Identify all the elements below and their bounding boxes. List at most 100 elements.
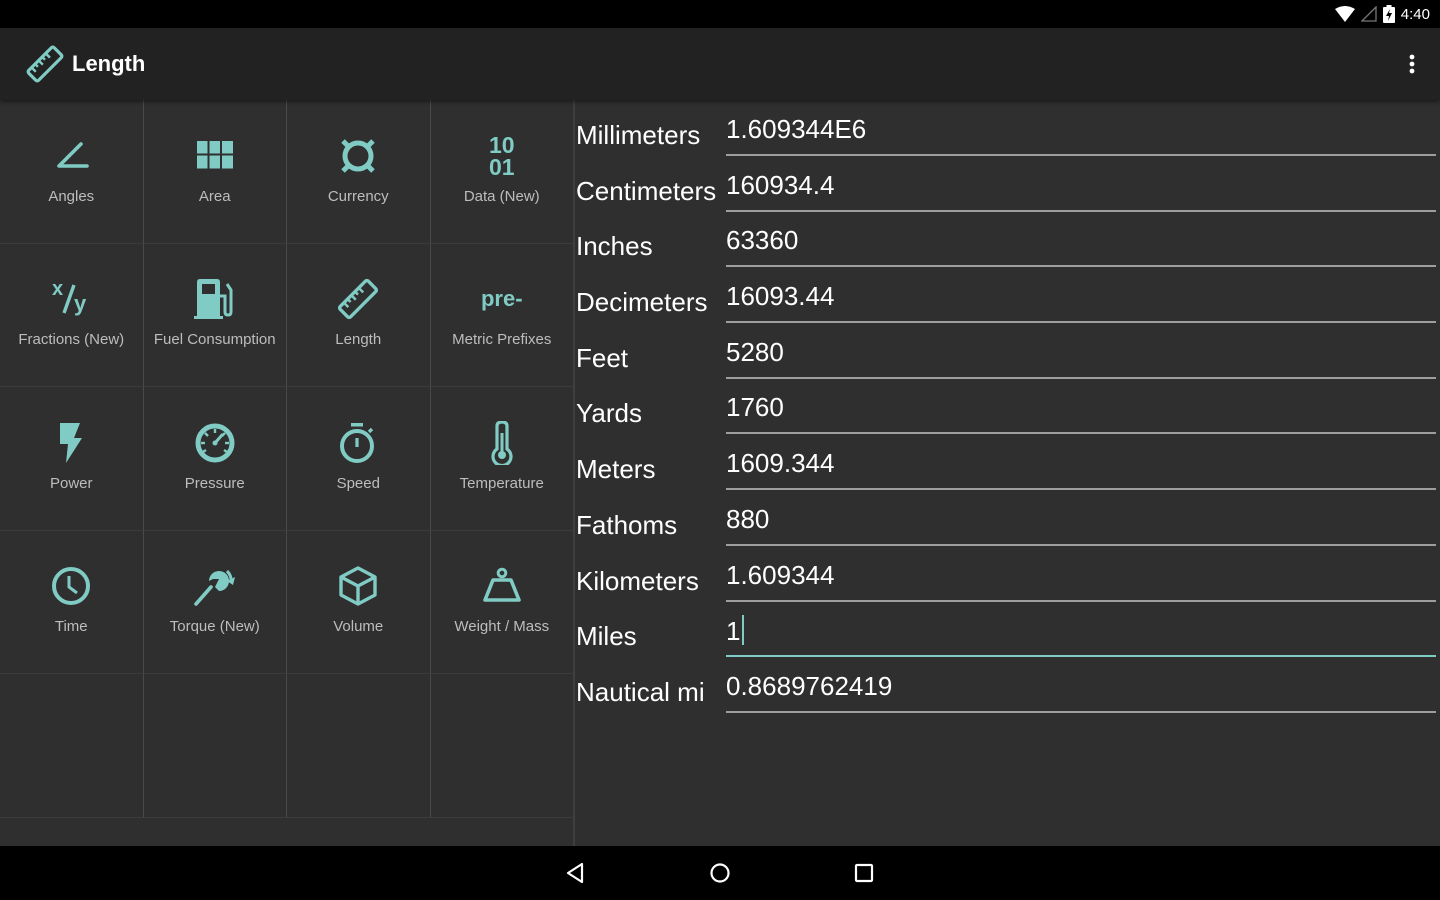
wifi-icon [1334,6,1355,22]
unit-row-nautical-miles: Nautical mi [576,657,1440,713]
icon-text: pre- [480,286,523,312]
ruler-icon [26,45,64,83]
gauge-icon [195,423,235,463]
category-label: Metric Prefixes [452,331,552,349]
category-label: Currency [327,187,389,205]
unit-label: Feet [576,342,629,373]
category-label: Power [49,474,93,492]
feet-input[interactable] [726,336,1436,368]
category-label: Volume [333,618,384,636]
pane-divider [573,100,575,846]
category-fractions[interactable]: xy Fractions (New) [0,243,144,387]
unit-label: Meters [576,454,656,485]
unit-label: Miles [576,621,637,652]
thermometer-icon [491,420,513,465]
wrench-rotate-icon [193,570,235,607]
stopwatch-icon [340,422,375,463]
empty-cell [143,674,287,818]
category-volume[interactable]: Volume [287,530,431,674]
grid-icon [196,140,233,169]
millimeters-input[interactable] [726,114,1436,145]
svg-text:y: y [74,291,87,316]
category-currency[interactable]: Currency [287,100,431,244]
status-time: 4:40 [1400,5,1430,23]
category-label: Time [54,618,88,636]
empty-cell [287,674,431,818]
category-label: Data (New) [463,187,540,205]
category-grid: Angles Area Currency 10 01 Data (New) xy… [0,100,574,846]
category-length[interactable]: Length [287,243,431,387]
lightning-icon [60,422,83,463]
unit-row-fathoms: Fathoms [576,490,1440,546]
miles-input-value: 1 [726,616,741,647]
binary-data-icon: 10 01 [478,132,526,180]
category-power[interactable]: Power [0,387,144,531]
category-pressure[interactable]: Pressure [143,387,287,531]
nautical-miles-input[interactable] [726,670,1436,702]
cell-signal-icon [1360,6,1377,22]
recents-icon[interactable] [851,860,877,886]
unit-label: Decimeters [576,287,708,318]
category-label: Temperature [459,474,544,492]
category-label: Length [335,331,382,349]
battery-charging-icon [1382,5,1395,23]
unit-row-meters: Meters [576,434,1440,491]
weight-icon [482,567,521,603]
unit-label: Nautical mi [576,676,705,707]
meters-input[interactable] [726,448,1436,480]
status-bar: 4:40 [0,0,1440,28]
category-weight-mass[interactable]: Weight / Mass [430,530,574,674]
fraction-icon: xy [52,279,87,316]
prefix-icon: pre- [478,275,526,323]
category-label: Weight / Mass [454,618,550,636]
unit-label: Centimeters [576,175,717,206]
unit-row-feet: Feet [576,323,1440,379]
category-torque[interactable]: Torque (New) [143,530,287,674]
more-vert-icon[interactable] [1398,50,1426,78]
unit-label: Fathoms [576,509,678,540]
unit-row-miles: Miles 1 [576,601,1440,658]
category-temperature[interactable]: Temperature [430,387,574,531]
category-time[interactable]: Time [0,530,144,674]
angle-icon [57,141,90,168]
unit-row-kilometers: Kilometers [576,546,1440,602]
centimeters-input[interactable] [726,169,1436,201]
unit-row-decimeters: Decimeters [576,267,1440,324]
fuel-pump-icon [193,279,233,320]
category-area[interactable]: Area [143,100,287,244]
back-icon[interactable] [563,860,589,886]
category-metric-prefixes[interactable]: pre- Metric Prefixes [430,243,574,387]
ruler-icon [338,279,379,320]
category-fuel-consumption[interactable]: Fuel Consumption [143,243,287,387]
svg-text:x: x [52,279,63,300]
icon-text-top: 10 [488,131,515,158]
page-title: Length [72,51,146,76]
unit-fields: Millimeters Centimeters Inches Decimeter… [576,100,1440,713]
category-label: Angles [48,187,95,205]
inches-input[interactable] [726,225,1436,257]
category-label: Area [198,187,231,205]
kilometers-input[interactable] [726,559,1436,591]
category-label: Pressure [184,474,245,492]
unit-row-millimeters: Millimeters [576,100,1440,156]
category-angles[interactable]: Angles [0,100,144,244]
input-underline [726,710,1436,713]
category-speed[interactable]: Speed [287,387,431,531]
unit-label: Kilometers [576,565,699,596]
empty-cell [0,674,144,818]
clock-icon [52,567,91,606]
nav-bar [0,846,1440,900]
category-label: Fractions (New) [18,331,125,349]
category-label: Torque (New) [169,618,260,636]
unit-label: Millimeters [576,120,701,150]
category-data[interactable]: 10 01 Data (New) [430,100,574,244]
unit-row-yards: Yards [576,378,1440,435]
decimeters-input[interactable] [726,281,1436,313]
home-icon[interactable] [707,860,733,886]
miles-input[interactable]: 1 [726,615,1436,647]
fathoms-input[interactable] [726,503,1436,535]
unit-row-inches: Inches [576,211,1440,268]
yards-input[interactable] [726,392,1436,424]
category-label: Speed [336,474,380,492]
category-label: Fuel Consumption [153,331,276,349]
